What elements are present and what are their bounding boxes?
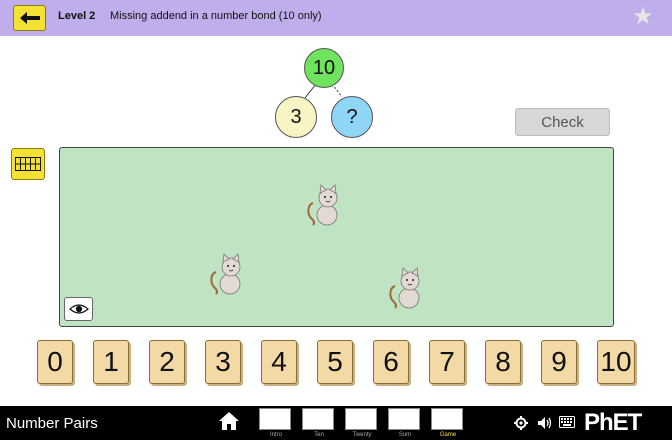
number-button-3[interactable]: 3 [205, 340, 241, 384]
play-area [59, 147, 614, 327]
number-button-8[interactable]: 8 [485, 340, 521, 384]
eye-icon [68, 304, 89, 314]
number-button-7[interactable]: 7 [429, 340, 465, 384]
sound-icon[interactable] [537, 416, 553, 430]
total-circle: 10 [304, 48, 344, 88]
screen-label: Ten [314, 432, 324, 438]
show-hide-button[interactable] [64, 297, 93, 321]
screen-thumbnail [388, 408, 420, 430]
number-button-4[interactable]: 4 [261, 340, 297, 384]
number-button-row: 0 1 2 3 4 5 6 7 8 9 10 [0, 340, 672, 386]
number-button-5[interactable]: 5 [317, 340, 353, 384]
screen-label: Game [439, 432, 457, 438]
navigation-bar: Number Pairs Intro Ten Twenty Sum Game P… [0, 406, 672, 440]
screen-tab-twenty[interactable]: Twenty [345, 408, 379, 439]
settings-gear-icon[interactable] [514, 416, 528, 430]
number-button-9[interactable]: 9 [541, 340, 577, 384]
grid-icon [15, 157, 41, 171]
grid-toggle-button[interactable] [11, 148, 45, 180]
screen-label: Twenty [352, 432, 372, 438]
app-title: Number Pairs [6, 415, 98, 432]
screen-tab-game[interactable]: Game [431, 408, 465, 439]
missing-addend-circle: ? [331, 96, 373, 138]
cat-icon[interactable] [208, 250, 248, 296]
screen-thumbnail [345, 408, 377, 430]
screen-tab-intro[interactable]: Intro [259, 408, 293, 439]
screen-tab-sum[interactable]: Sum [388, 408, 422, 439]
screen-thumbnail [259, 408, 291, 430]
screen-label: Sum [398, 432, 412, 438]
screen-label: Intro [269, 432, 282, 438]
cat-icon[interactable] [305, 181, 345, 227]
number-button-0[interactable]: 0 [37, 340, 73, 384]
left-addend-circle: 3 [275, 96, 317, 138]
number-button-6[interactable]: 6 [373, 340, 409, 384]
number-button-1[interactable]: 1 [93, 340, 129, 384]
keyboard-icon[interactable] [559, 416, 575, 428]
number-button-2[interactable]: 2 [149, 340, 185, 384]
screen-thumbnail [431, 408, 463, 430]
screen-tab-ten[interactable]: Ten [302, 408, 336, 439]
home-icon[interactable] [218, 410, 240, 432]
screen-thumbnail [302, 408, 334, 430]
number-button-10[interactable]: 10 [597, 340, 635, 384]
phet-logo[interactable]: PhET [584, 409, 642, 437]
check-button[interactable]: Check [515, 108, 610, 136]
cat-icon[interactable] [387, 264, 427, 310]
